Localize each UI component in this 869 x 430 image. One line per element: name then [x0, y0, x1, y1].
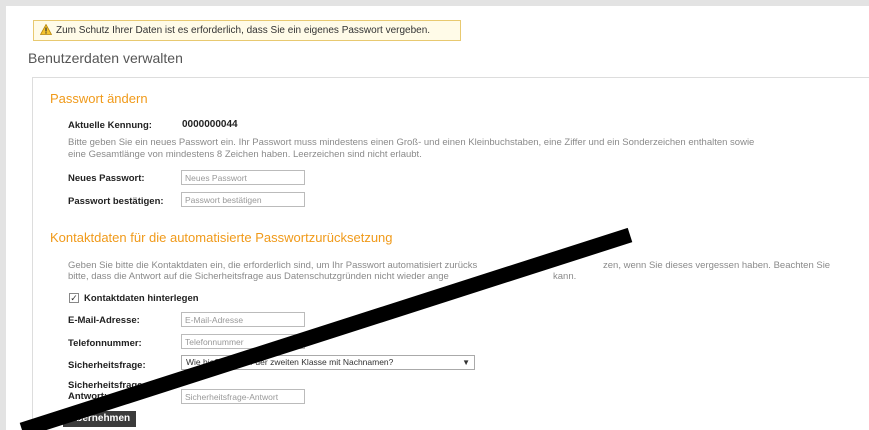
email-input[interactable] [181, 312, 305, 327]
dropdown-arrow-icon: ▼ [462, 358, 470, 367]
store-contact-checkbox[interactable]: ✓ [69, 293, 79, 303]
contact-desc-line-2: bitte, dass die Antwort auf die Sicherhe… [68, 271, 449, 282]
new-password-label: Neues Passwort: [68, 173, 145, 184]
answer-label-line-2: Antwort: [68, 391, 108, 402]
security-answer-input[interactable] [181, 389, 305, 404]
settings-panel: Passwort ändern Aktuelle Kennung: 000000… [32, 77, 869, 430]
contact-desc-line-2b: kann. [553, 271, 577, 282]
store-contact-label: Kontaktdaten hinterlegen [84, 293, 199, 304]
current-id-value: 0000000044 [182, 119, 238, 130]
submit-button[interactable]: Übernehmen [63, 411, 137, 427]
password-rules-line-1: Bitte geben Sie ein neues Passwort ein. … [68, 137, 755, 148]
email-label: E-Mail-Adresse: [68, 315, 140, 326]
new-password-input[interactable] [181, 170, 305, 185]
confirm-password-input[interactable] [181, 192, 305, 207]
current-id-label: Aktuelle Kennung: [68, 120, 152, 131]
phone-label: Telefonnummer: [68, 338, 142, 349]
password-section-title: Passwort ändern [50, 91, 148, 106]
contact-section-title: Kontaktdaten für die automatisierte Pass… [50, 230, 393, 245]
answer-label-line-1: Sicherheitsfrage [68, 380, 143, 391]
contact-desc-line-1b: zen, wenn Sie dieses vergessen haben. Be… [603, 260, 831, 271]
contact-desc-line-1: Geben Sie bitte die Kontaktdaten ein, di… [68, 260, 478, 271]
security-question-label: Sicherheitsfrage: [68, 360, 146, 371]
password-rules-line-2: eine Gesamtlänge von mindestens 8 Zeiche… [68, 149, 422, 160]
notice-text: Zum Schutz Ihrer Daten ist es erforderli… [56, 25, 431, 36]
warning-icon [40, 24, 52, 35]
security-question-value: Wie hieß ... lehrer der zweiten Klasse m… [186, 357, 394, 367]
page: Zum Schutz Ihrer Daten ist es erforderli… [6, 6, 869, 430]
confirm-password-label: Passwort bestätigen: [68, 196, 164, 207]
privacy-notice: Zum Schutz Ihrer Daten ist es erforderli… [33, 20, 461, 41]
security-question-select[interactable]: Wie hieß ... lehrer der zweiten Klasse m… [181, 355, 475, 370]
page-title: Benutzerdaten verwalten [28, 50, 183, 66]
phone-input[interactable] [181, 334, 305, 349]
